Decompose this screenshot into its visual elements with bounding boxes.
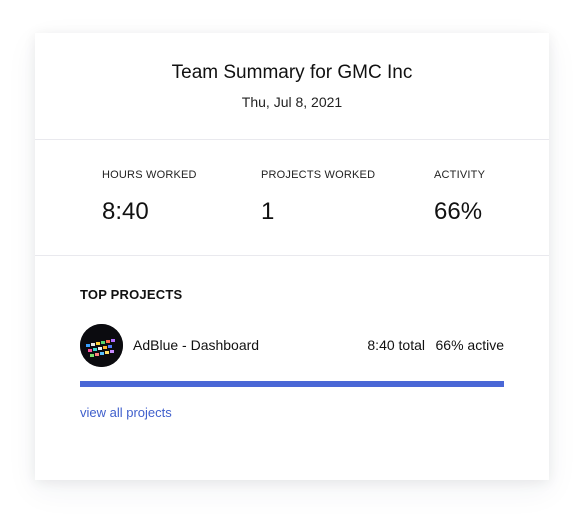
top-projects-title: TOP PROJECTS <box>80 287 183 302</box>
stat-hours-worked: HOURS WORKED 8:40 <box>102 169 197 226</box>
project-progress-bar <box>80 381 504 387</box>
view-all-projects-link[interactable]: view all projects <box>80 405 172 420</box>
stat-projects-worked: PROJECTS WORKED 1 <box>261 169 375 226</box>
project-activity: 66% active <box>435 337 504 353</box>
project-total-time: 8:40 total <box>367 337 425 353</box>
stat-activity: ACTIVITY 66% <box>434 169 485 226</box>
stat-label: ACTIVITY <box>434 169 486 181</box>
stat-label: HOURS WORKED <box>102 169 197 181</box>
stats-row: HOURS WORKED 8:40 PROJECTS WORKED 1 ACTI… <box>35 140 549 256</box>
stat-value: 66% <box>434 198 483 225</box>
team-summary-card: Team Summary for GMC Inc Thu, Jul 8, 202… <box>35 33 549 480</box>
summary-title: Team Summary for GMC Inc <box>171 62 413 83</box>
stat-label: PROJECTS WORKED <box>261 169 376 181</box>
summary-date: Thu, Jul 8, 2021 <box>241 94 343 110</box>
summary-header: Team Summary for GMC Inc Thu, Jul 8, 202… <box>35 33 549 140</box>
stat-value: 8:40 <box>102 198 149 225</box>
stat-value: 1 <box>261 198 275 225</box>
project-progress-fill <box>80 381 504 387</box>
project-row[interactable]: AdBlue - Dashboard 8:40 total 66% active <box>80 324 504 367</box>
project-name: AdBlue - Dashboard <box>133 337 260 353</box>
project-thumbnail-icon <box>80 324 123 367</box>
